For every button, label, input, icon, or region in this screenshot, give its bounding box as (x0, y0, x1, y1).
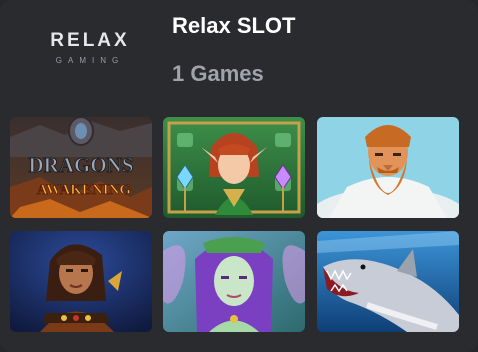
adventurer-heroine-thumb-icon (10, 231, 152, 332)
dragons-awakening-thumb-icon: DRAGONS AWAKENING (10, 117, 152, 218)
elf-princess-thumb-icon (163, 117, 305, 218)
game-tile-dragons-awakening[interactable]: DRAGONS AWAKENING (10, 117, 152, 218)
dragons-title-text: DRAGONS (28, 153, 133, 177)
game-tile-fairy-queen[interactable] (163, 231, 305, 332)
game-tile-adventurer-heroine[interactable] (10, 231, 152, 332)
viking-warrior-thumb-icon (317, 117, 459, 218)
game-tile-viking-warrior[interactable] (317, 117, 459, 218)
logo-sub-text: GAMING (55, 56, 125, 65)
provider-title: Relax SLOT (172, 13, 296, 38)
shark-attack-thumb-icon (317, 231, 459, 332)
games-grid: DRAGONS AWAKENING (8, 117, 460, 335)
game-tile-elf-princess[interactable] (163, 117, 305, 218)
logo-main-text: RELAX (50, 30, 130, 51)
games-count: 1 Games (172, 61, 264, 86)
provider-card: RELAX GAMING Relax SLOT 1 Games DRAGONS … (0, 0, 478, 352)
game-tile-shark-attack[interactable] (317, 231, 459, 332)
fairy-queen-thumb-icon (163, 231, 305, 332)
awakening-title-text: AWAKENING (37, 182, 132, 198)
relax-gaming-logo: RELAX GAMING (40, 30, 140, 72)
